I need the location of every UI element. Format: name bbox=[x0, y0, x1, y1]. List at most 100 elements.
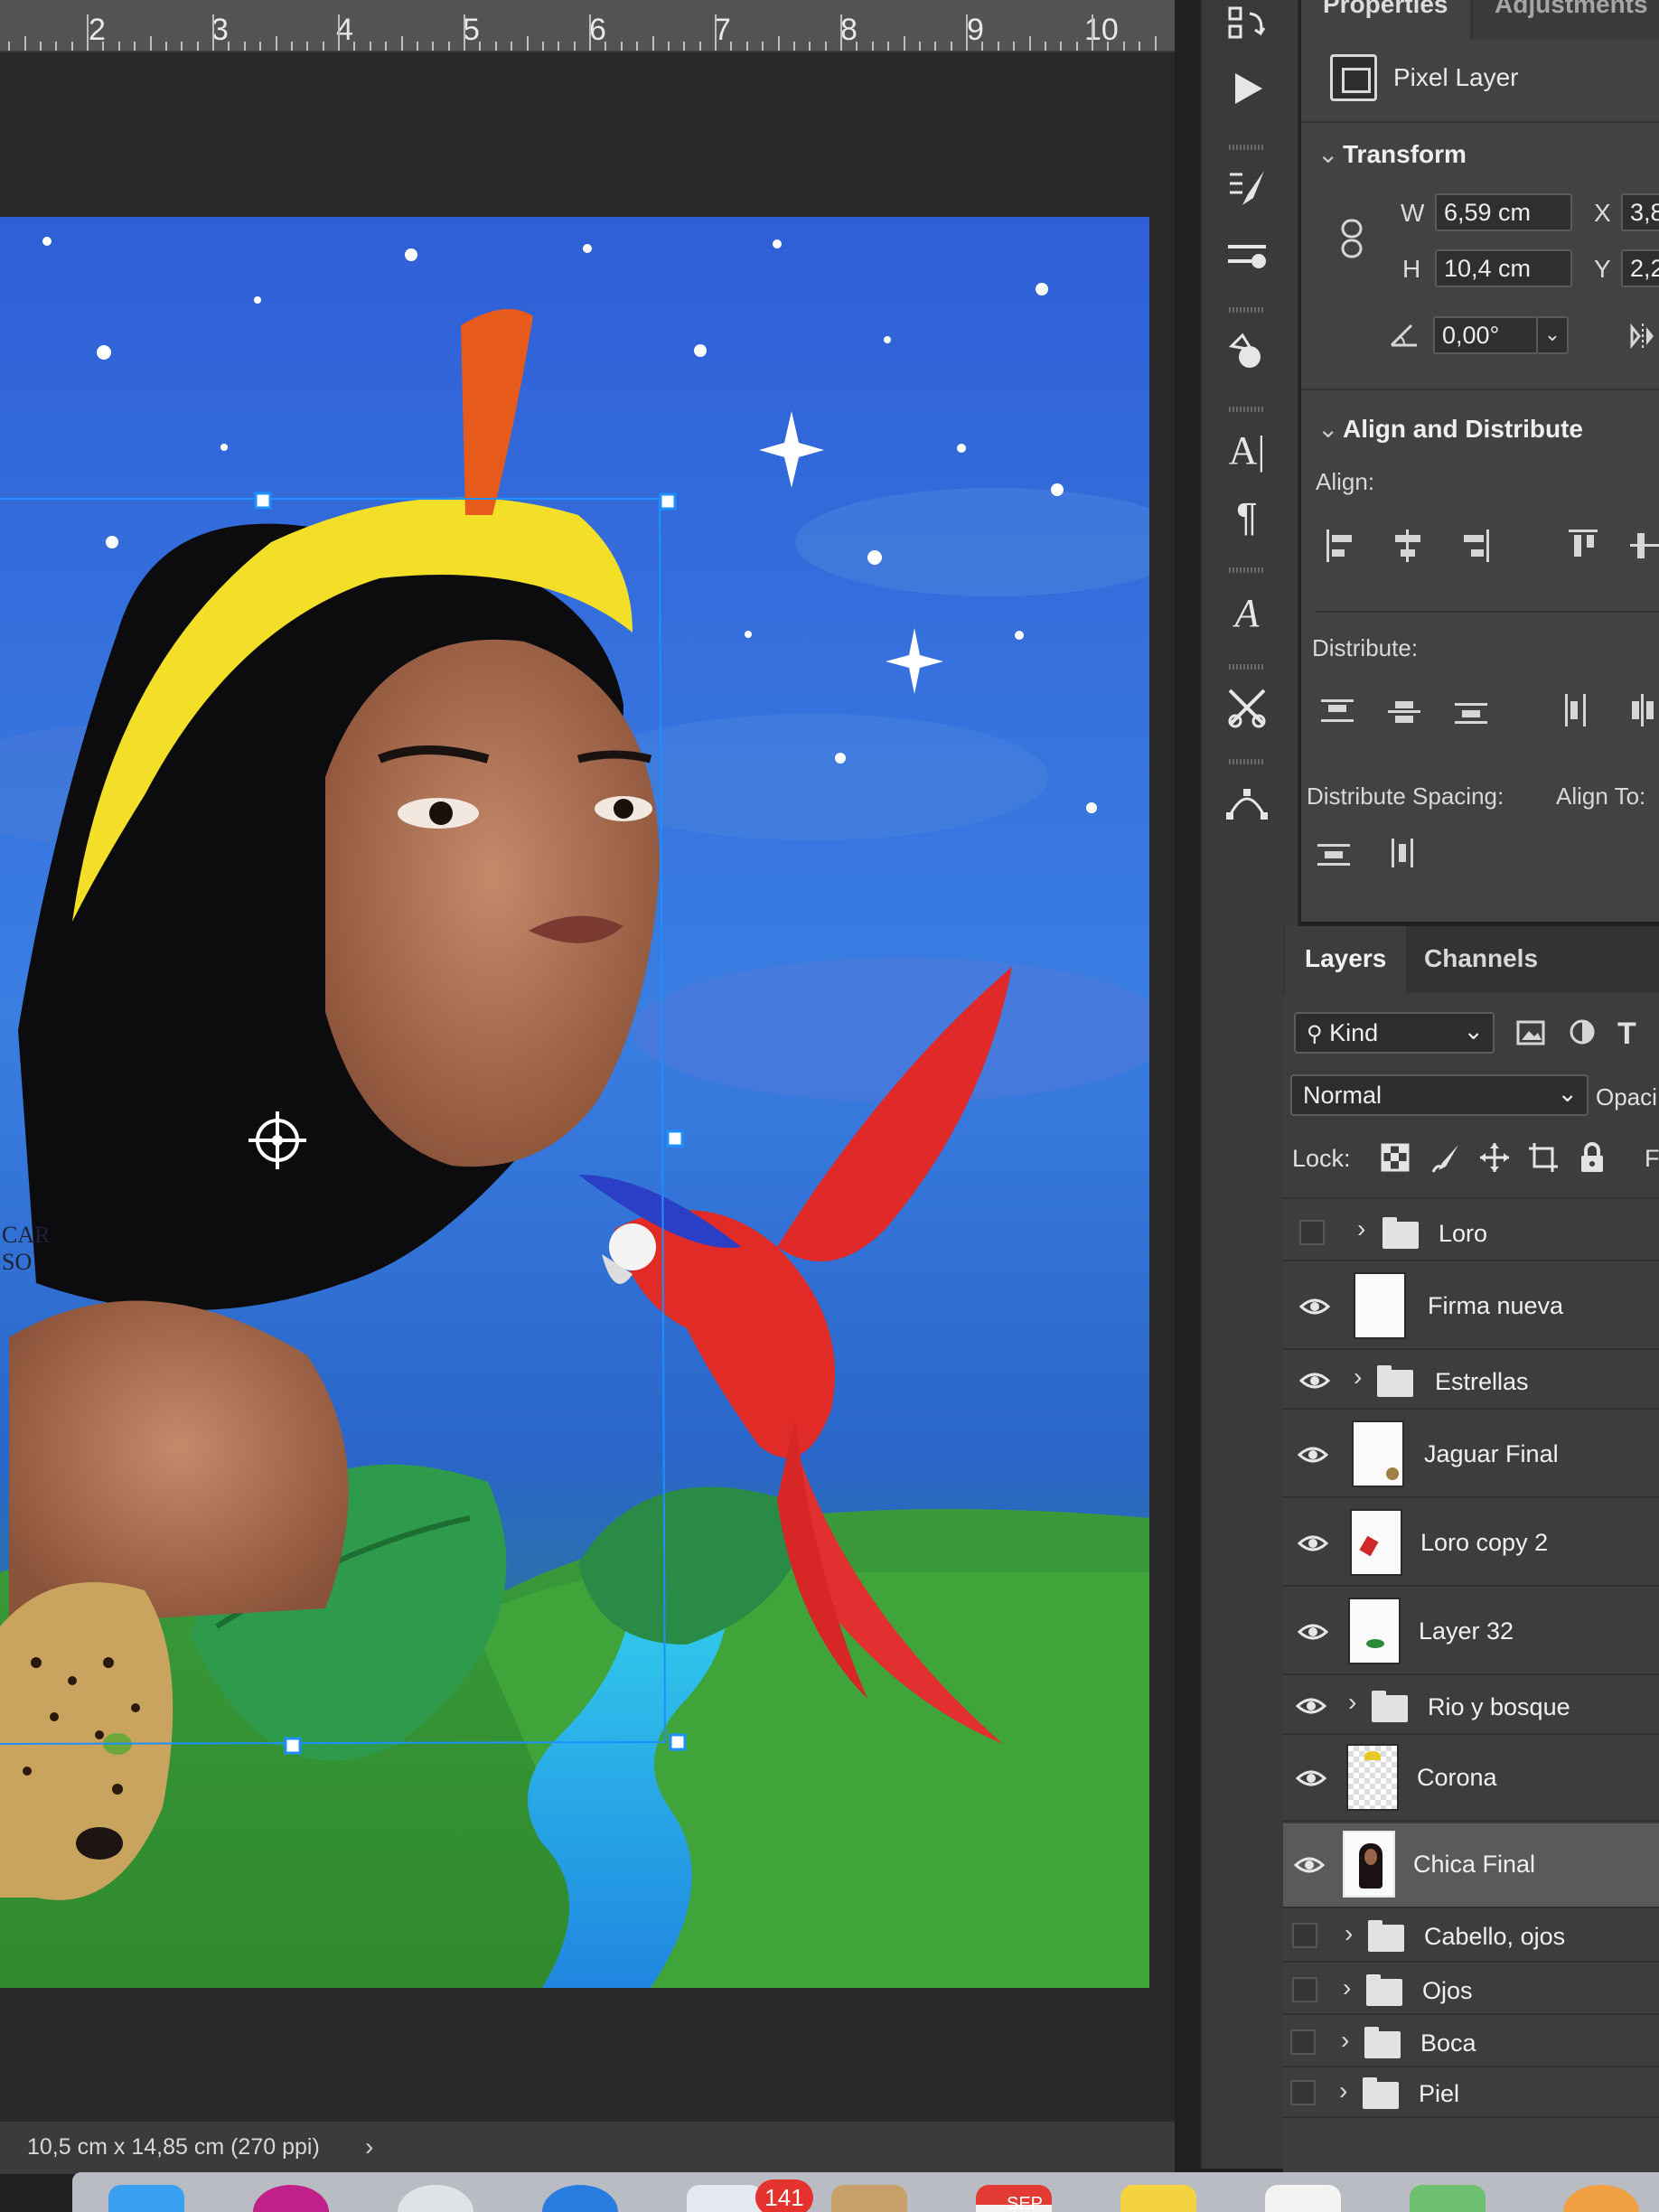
calendar-month-label: SEP bbox=[1007, 2194, 1044, 2212]
align-vertical-centers-icon[interactable] bbox=[1630, 528, 1659, 564]
paragraph-panel-icon[interactable]: ¶ bbox=[1222, 492, 1272, 543]
align-top-edges-icon[interactable] bbox=[1567, 528, 1599, 564]
contacts-app-icon[interactable] bbox=[831, 2185, 907, 2212]
panel-grip[interactable] bbox=[1229, 567, 1265, 573]
shapes-icon[interactable] bbox=[1222, 325, 1272, 376]
chevron-right-icon[interactable]: › bbox=[1339, 2076, 1347, 2105]
align-distribute-section-header[interactable]: ⌄ Align and Distribute bbox=[1317, 414, 1583, 444]
lock-image-pixels-icon[interactable] bbox=[1429, 1141, 1462, 1174]
chevron-right-icon[interactable]: › bbox=[1341, 2026, 1349, 2055]
lock-transparent-pixels-icon[interactable] bbox=[1379, 1141, 1411, 1174]
layer-row[interactable]: › Estrellas bbox=[1283, 1352, 1659, 1410]
lock-position-icon[interactable] bbox=[1478, 1141, 1511, 1174]
link-proportions-icon[interactable] bbox=[1339, 217, 1364, 260]
panel-grip[interactable] bbox=[1229, 307, 1265, 313]
brush-settings-icon[interactable] bbox=[1222, 163, 1272, 213]
app-icon[interactable] bbox=[253, 2185, 329, 2212]
layer-row[interactable]: › Boca bbox=[1283, 2017, 1659, 2067]
maps-app-icon[interactable] bbox=[1410, 2185, 1486, 2212]
status-menu-chevron-icon[interactable]: › bbox=[365, 2132, 373, 2161]
eye-icon[interactable] bbox=[1297, 1621, 1329, 1643]
align-left-edges-icon[interactable] bbox=[1325, 528, 1357, 564]
eye-icon[interactable] bbox=[1297, 1444, 1329, 1466]
safari-icon[interactable] bbox=[542, 2185, 618, 2212]
layer-row[interactable]: › Rio y bosque bbox=[1283, 1677, 1659, 1735]
glyphs-panel-icon[interactable]: A bbox=[1222, 587, 1272, 638]
layer-row[interactable]: › Cabello, ojos bbox=[1283, 1910, 1659, 1963]
history-icon[interactable] bbox=[1222, 0, 1272, 51]
blend-mode-select[interactable]: Normal ⌄ bbox=[1290, 1074, 1589, 1116]
layer-filter-select[interactable]: ⚲ Kind ⌄ bbox=[1294, 1012, 1495, 1054]
panel-grip[interactable] bbox=[1229, 407, 1265, 412]
paths-icon[interactable] bbox=[1222, 777, 1272, 828]
distribute-vertical-centers-icon[interactable] bbox=[1386, 696, 1422, 728]
tab-properties[interactable]: Properties bbox=[1301, 0, 1470, 40]
photos-app-icon[interactable] bbox=[1563, 2185, 1639, 2212]
character-panel-icon[interactable]: A| bbox=[1222, 425, 1272, 475]
artwork-canvas[interactable]: CAR SO bbox=[0, 217, 1149, 1988]
filter-adjustment-layers-icon[interactable] bbox=[1569, 1018, 1596, 1045]
eye-icon[interactable] bbox=[1298, 1370, 1331, 1392]
panel-grip[interactable] bbox=[1229, 664, 1265, 670]
layer-row-selected[interactable]: Chica Final bbox=[1283, 1823, 1659, 1908]
tool-presets-icon[interactable] bbox=[1222, 682, 1272, 733]
visibility-toggle-hidden[interactable] bbox=[1292, 1923, 1317, 1948]
visibility-toggle-hidden[interactable] bbox=[1290, 2029, 1316, 2055]
visibility-toggle-hidden[interactable] bbox=[1290, 2080, 1316, 2105]
distribute-horizontal-centers-icon[interactable] bbox=[1626, 692, 1659, 728]
align-right-edges-icon[interactable] bbox=[1458, 528, 1491, 564]
width-field[interactable]: 6,59 cm bbox=[1435, 193, 1572, 231]
distribute-vertical-spacing-icon[interactable] bbox=[1316, 840, 1352, 869]
reminders-app-icon[interactable] bbox=[1265, 2185, 1341, 2212]
chevron-right-icon[interactable]: › bbox=[1357, 1214, 1365, 1243]
lock-artboard-icon[interactable] bbox=[1527, 1141, 1560, 1174]
ruler-label: 6 bbox=[589, 13, 606, 47]
layer-row[interactable]: Loro copy 2 bbox=[1283, 1500, 1659, 1587]
layer-row[interactable]: Corona bbox=[1283, 1737, 1659, 1822]
eye-icon[interactable] bbox=[1293, 1854, 1326, 1876]
mail-app-icon[interactable] bbox=[687, 2185, 763, 2212]
layer-row[interactable]: › Loro bbox=[1283, 1204, 1659, 1261]
finder-app-icon[interactable] bbox=[108, 2185, 184, 2212]
transform-section-header[interactable]: ⌄ Transform bbox=[1317, 139, 1467, 169]
chevron-right-icon[interactable]: › bbox=[1348, 1688, 1356, 1717]
layer-row[interactable]: Jaguar Final bbox=[1283, 1411, 1659, 1498]
distribute-left-icon[interactable] bbox=[1560, 692, 1592, 728]
panel-grip[interactable] bbox=[1229, 145, 1265, 150]
distribute-bottom-icon[interactable] bbox=[1453, 696, 1489, 728]
x-field[interactable]: 3,8 bbox=[1621, 193, 1659, 231]
distribute-top-icon[interactable] bbox=[1319, 696, 1355, 728]
layer-row[interactable]: Firma nueva bbox=[1283, 1263, 1659, 1350]
tab-adjustments[interactable]: Adjustments bbox=[1473, 0, 1659, 40]
chevron-right-icon[interactable]: › bbox=[1354, 1363, 1362, 1392]
angle-dropdown-chevron-icon[interactable]: ⌄ bbox=[1536, 316, 1569, 354]
horizontal-ruler[interactable]: 2 3 4 5 6 7 8 9 10 bbox=[0, 0, 1175, 52]
panel-grip[interactable] bbox=[1229, 759, 1265, 764]
notes-app-icon[interactable] bbox=[1120, 2185, 1196, 2212]
tab-channels[interactable]: Channels bbox=[1404, 926, 1558, 993]
layer-row[interactable]: › Piel bbox=[1283, 2069, 1659, 2118]
eye-icon[interactable] bbox=[1297, 1532, 1329, 1554]
layer-row[interactable]: Layer 32 bbox=[1283, 1589, 1659, 1675]
filter-pixel-layers-icon[interactable] bbox=[1516, 1020, 1545, 1045]
y-field[interactable]: 2,2 bbox=[1621, 249, 1659, 287]
distribute-horizontal-spacing-icon[interactable] bbox=[1388, 837, 1417, 869]
clone-source-icon[interactable] bbox=[1222, 230, 1272, 280]
eye-icon[interactable] bbox=[1298, 1296, 1331, 1317]
launchpad-icon[interactable] bbox=[398, 2185, 473, 2212]
layer-row[interactable]: › Ojos bbox=[1283, 1964, 1659, 2015]
flip-horizontal-icon[interactable] bbox=[1628, 322, 1659, 351]
angle-field[interactable]: 0,00° bbox=[1433, 316, 1538, 354]
align-horizontal-centers-icon[interactable] bbox=[1392, 528, 1424, 564]
visibility-toggle-hidden[interactable] bbox=[1292, 1977, 1317, 2002]
lock-all-icon[interactable] bbox=[1576, 1141, 1608, 1174]
eye-icon[interactable] bbox=[1295, 1767, 1327, 1789]
height-field[interactable]: 10,4 cm bbox=[1435, 249, 1572, 287]
play-action-icon[interactable] bbox=[1222, 63, 1272, 114]
chevron-right-icon[interactable]: › bbox=[1343, 1973, 1351, 2002]
visibility-toggle-hidden[interactable] bbox=[1299, 1220, 1325, 1245]
chevron-right-icon[interactable]: › bbox=[1345, 1919, 1353, 1948]
tab-layers[interactable]: Layers bbox=[1285, 926, 1407, 993]
filter-type-layers-icon[interactable]: T bbox=[1617, 1017, 1645, 1051]
eye-icon[interactable] bbox=[1295, 1695, 1327, 1717]
